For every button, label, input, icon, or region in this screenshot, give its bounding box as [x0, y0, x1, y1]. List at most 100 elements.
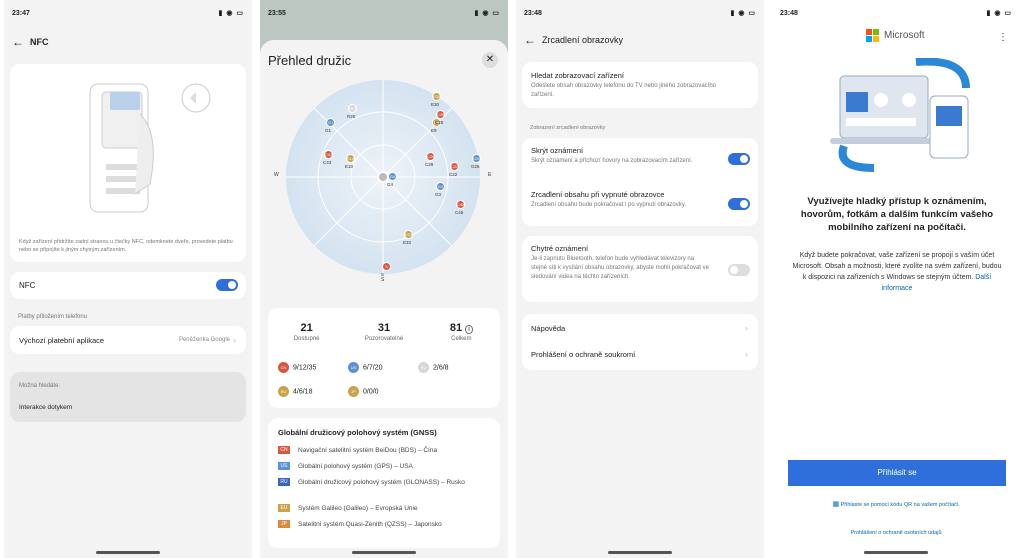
nav-handle[interactable]: [96, 551, 160, 554]
constellation-count: JP 0/0/0: [348, 386, 379, 397]
suggestions-title: Možná hledáte:: [19, 383, 61, 389]
mirror-off-toggle[interactable]: [728, 198, 750, 210]
default-payment-row[interactable]: Výchozí platební aplikace Peněženka Goog…: [10, 326, 246, 354]
gnss-item: CN Navigační satelitní systém BeiDou (BDS…: [278, 446, 490, 455]
more-options-icon[interactable]: ⋮: [998, 33, 1008, 43]
sheet-title: Přehled družic: [268, 53, 352, 68]
stat-total: 81 i Celkem: [423, 322, 500, 342]
flag-icon: EU: [278, 504, 290, 512]
page-title: Zrcadlení obrazovky: [542, 35, 624, 45]
status-icons: ▮ ◉ ▭: [474, 10, 500, 17]
hide-notifications-toggle[interactable]: [728, 153, 750, 165]
find-device-row[interactable]: Hledat zobrazovací zařízení Odešlete obs…: [522, 62, 758, 108]
satellite-label: C29: [425, 162, 434, 167]
nfc-toggle-row[interactable]: NFC: [10, 272, 246, 299]
find-title: Hledat zobrazovací zařízení: [531, 71, 624, 80]
page-title: NFC: [30, 37, 49, 47]
constellation-count: CN 9/12/35: [278, 362, 316, 373]
clock: 23:55: [268, 10, 286, 17]
privacy-link[interactable]: Prohlášení o ochraně osobních údajů: [772, 530, 1020, 536]
satellite-label: C22: [449, 172, 458, 177]
constellation-count: EU 4/6/18: [278, 386, 312, 397]
satellite-marker: G4: [388, 172, 397, 181]
flag-badge: US: [348, 362, 359, 373]
flag-badge: CN: [278, 362, 289, 373]
section-header: Zobrazení zrcadlení obrazovky: [530, 125, 606, 131]
status-bar: 23:48 ▮ ◉ ▭: [516, 9, 764, 21]
flag-icon: RU: [278, 478, 290, 486]
gnss-card: Globální družicový polohový systém (GNSS…: [268, 418, 500, 548]
satellite-label: E10: [345, 164, 354, 169]
mirroring-options-card: Skrýt oznámení Skrýt oznámení a příchozí…: [522, 138, 758, 226]
stats-card: 21 Dostupné 31 Pozorovatelné 81 i Celkem CN…: [268, 308, 500, 408]
chevron-right-icon: ›: [745, 349, 748, 359]
count-value: 9/12/35: [293, 364, 317, 372]
nav-handle[interactable]: [864, 551, 928, 554]
satellite-marker: S: [382, 262, 391, 271]
flag-icon: CN: [278, 446, 290, 454]
stat-observable: 31 Pozorovatelné: [345, 322, 422, 342]
status-icons: ▮ ◉ ▭: [986, 10, 1012, 17]
qr-signin-link[interactable]: ▦ Přihlaste se pomocí kódu QR na vašem p…: [772, 500, 1020, 508]
payment-label: Výchozí platební aplikace: [19, 336, 105, 345]
nfc-illustration-card: Když zařízení přidržíte zadní stranou u …: [10, 64, 246, 262]
satellite-marker: R20: [348, 104, 357, 113]
nfc-toggle[interactable]: [216, 279, 238, 291]
flag-icon: JP: [278, 520, 290, 528]
satellite-marker: C22: [450, 162, 459, 171]
satellite-label: G3: [435, 192, 442, 197]
mirror-off-title: Zrcadlení obsahu při vypnuté obrazovce: [531, 190, 665, 199]
nav-handle[interactable]: [352, 551, 416, 554]
hide-notifications-title: Skrýt oznámení: [531, 146, 584, 155]
satellite-marker: G1: [326, 118, 335, 127]
smart-notification-desc: Je-li zapnuto Bluetooth, telefon bude vy…: [531, 256, 709, 280]
section-header: Platby přiložením telefonu: [18, 314, 88, 320]
brand-name: Microsoft: [884, 30, 925, 41]
screen-mirroring-screen: 23:48 ▮ ◉ ▭ ← Zrcadlení obrazovky Hledat …: [516, 0, 764, 558]
close-icon[interactable]: ✕: [482, 52, 498, 68]
back-icon[interactable]: ←: [524, 33, 536, 47]
satellite-marker: C28: [436, 110, 445, 119]
sign-in-button[interactable]: Přihlásit se: [788, 460, 1006, 486]
satellite-marker: G26: [472, 154, 481, 163]
stat-label: Dostupné: [293, 336, 320, 342]
qr-text: Přihlaste se pomocí kódu QR na vašem poč…: [840, 502, 960, 508]
gnss-text: Navigační satelitní systém BeiDou (BDS) …: [298, 447, 438, 454]
stat-value: 81: [449, 322, 463, 334]
satellite-screen: 23:55 ▮ ◉ ▭ Přehled družic ✕ E30 E30 R20 R20…: [260, 0, 508, 558]
satellite-label: G1: [325, 128, 332, 133]
privacy-link[interactable]: Prohlášení o ochraně soukromí: [531, 350, 635, 359]
gnss-item: JP Satelitní systém Quasi-Zenith (QZSS) –…: [278, 520, 490, 529]
satellite-label: C28: [435, 120, 444, 125]
flag-icon: US: [278, 462, 290, 470]
nav-handle[interactable]: [608, 551, 672, 554]
info-icon[interactable]: i: [465, 325, 473, 334]
flag-badge: JP: [348, 386, 359, 397]
stat-value: 21: [300, 322, 313, 334]
gnss-item: EU Systém Galileo (Galileo) – Evropská Un…: [278, 504, 490, 513]
satellite-marker: E30: [432, 92, 441, 101]
body-text: Když budete pokračovat, vaše zařízení se…: [790, 250, 1004, 294]
hide-notifications-desc: Skrýt oznámení a příchozí hovory na zobr…: [531, 158, 693, 164]
microsoft-logo: [866, 29, 880, 43]
satellite-label: G4: [387, 182, 394, 187]
body-paragraph: Když budete pokračovat, vaše zařízení se…: [792, 252, 1002, 281]
help-link[interactable]: Nápověda: [531, 324, 565, 333]
back-icon[interactable]: ←: [12, 35, 24, 49]
smart-notification-card: Chytré oznámení Je-li zapnuto Bluetooth,…: [522, 236, 758, 302]
smart-notification-toggle[interactable]: [728, 264, 750, 276]
suggestion-link[interactable]: Interakce dotykem: [19, 404, 72, 411]
gnss-item: US Globální polohový systém (GPS) – USA: [278, 462, 490, 471]
status-icons: ▮ ◉ ▭: [218, 10, 244, 17]
gnss-text: Globální polohový systém (GPS) – USA: [298, 463, 413, 470]
satellite-label: R20: [347, 114, 356, 119]
chevron-right-icon: ›: [233, 335, 236, 345]
status-icons: ▮ ◉ ▭: [730, 10, 756, 17]
gnss-text: Systém Galileo (Galileo) – Evropská Unie: [298, 505, 418, 512]
stat-available: 21 Dostupné: [268, 322, 345, 342]
count-value: 2/6/8: [433, 364, 449, 372]
nfc-label: NFC: [19, 281, 36, 290]
device-center-icon: [377, 171, 389, 183]
nfc-illustration: [89, 83, 211, 213]
flag-badge: RU: [418, 362, 429, 373]
